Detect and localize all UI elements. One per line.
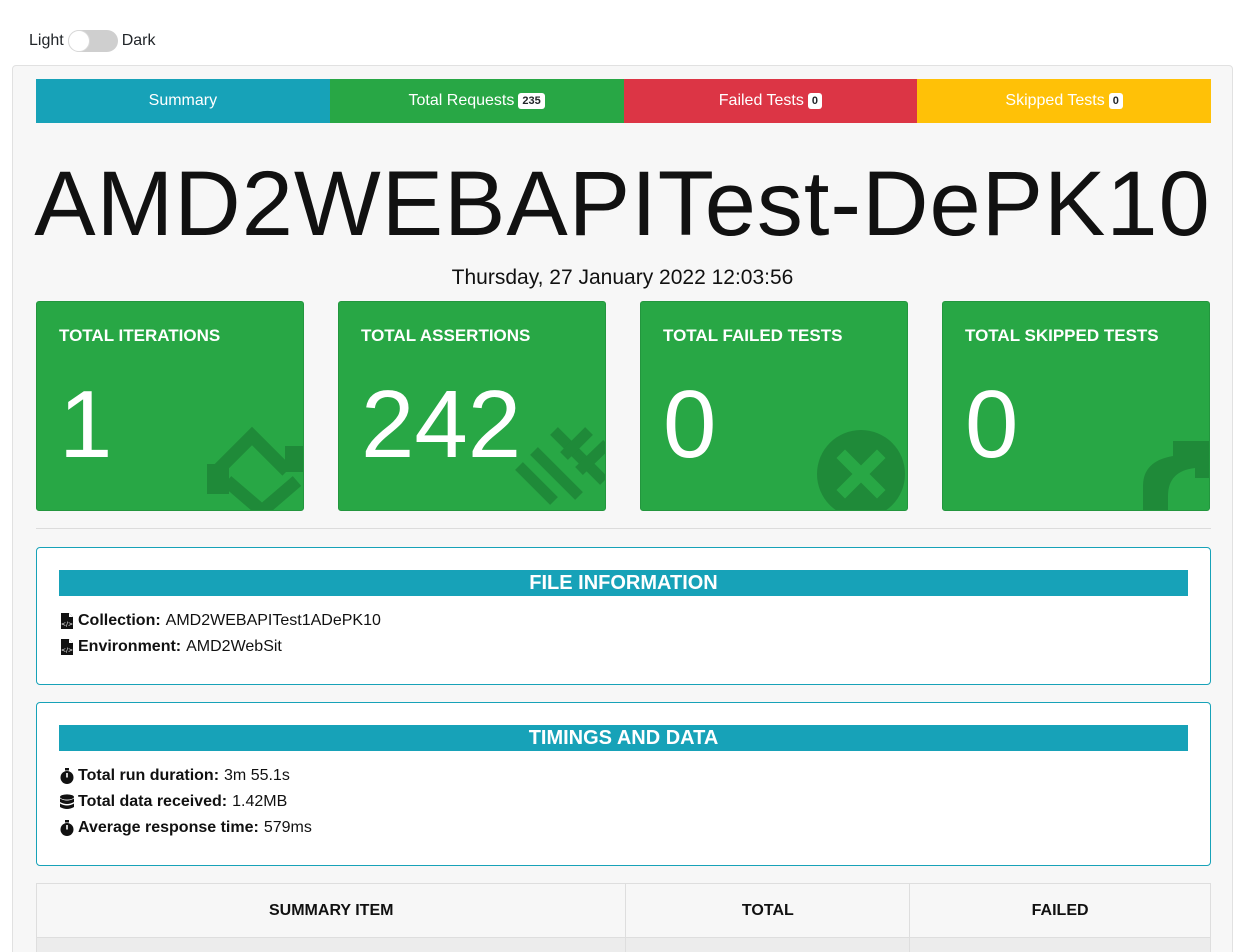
table-cell	[625, 937, 911, 952]
response-time-label: Average response time:	[78, 819, 259, 836]
file-code-icon: </>	[61, 639, 73, 655]
file-code-icon: </>	[61, 613, 73, 629]
stat-value: 1	[59, 371, 113, 478]
stat-total-failed-tests: TOTAL FAILED TESTS 0	[640, 301, 908, 511]
response-time-value: 579ms	[263, 819, 312, 836]
stat-label: TOTAL ASSERTIONS	[361, 326, 531, 345]
skipped-tests-badge: 0	[1108, 93, 1123, 109]
stat-total-assertions: TOTAL ASSERTIONS 242	[338, 301, 606, 511]
collection-label: Collection:	[78, 612, 161, 629]
stopwatch-icon	[60, 820, 74, 836]
svg-text:</>: </>	[61, 647, 73, 654]
duration-line: Total run duration: 3m 55.1s	[59, 767, 290, 785]
table-header-row: SUMMARY ITEM TOTAL FAILED	[35, 883, 1211, 938]
run-timestamp: Thursday, 27 January 2022 12:03:56	[451, 266, 794, 289]
light-label: Light	[29, 32, 64, 49]
collection-line: </> Collection: AMD2WEBAPITest1ADePK10	[59, 612, 381, 630]
col-summary-item[interactable]: SUMMARY ITEM	[35, 883, 627, 938]
sync-icon	[207, 426, 303, 510]
data-received-value: 1.42MB	[232, 793, 288, 810]
file-information-header: FILE INFORMATION	[59, 570, 1188, 596]
times-circle-icon	[817, 430, 905, 510]
dark-label: Dark	[121, 32, 156, 49]
failed-tests-badge: 0	[807, 93, 822, 109]
tab-summary-label: Summary	[148, 92, 218, 109]
environment-value: AMD2WebSit	[186, 638, 282, 655]
theme-toggle[interactable]	[67, 30, 118, 52]
file-information-panel: FILE INFORMATION </> Collection: AMD2WEB…	[36, 547, 1211, 685]
tab-skipped-tests-label: Skipped Tests	[1005, 92, 1105, 109]
tab-skipped-tests[interactable]: Skipped Tests 0	[917, 79, 1211, 123]
tab-failed-tests[interactable]: Failed Tests 0	[623, 79, 918, 123]
table-cell	[909, 937, 1211, 952]
share-icon	[1143, 441, 1209, 510]
total-requests-badge: 235	[518, 93, 545, 109]
svg-text:</>: </>	[61, 621, 73, 628]
timings-panel: TIMINGS AND DATA Total run duration: 3m …	[36, 702, 1211, 866]
stat-total-skipped-tests: TOTAL SKIPPED TESTS 0	[942, 301, 1210, 511]
stat-total-iterations: TOTAL ITERATIONS 1	[36, 301, 304, 511]
tab-bar: Summary Total Requests 235 Failed Tests …	[36, 79, 1211, 123]
stat-value: 0	[663, 371, 717, 478]
theme-switch: Light Dark	[29, 30, 155, 52]
duration-label: Total run duration:	[78, 767, 220, 784]
data-received-line: Total data received: 1.42MB	[59, 793, 287, 811]
tab-summary[interactable]: Summary	[36, 79, 330, 123]
list-icon	[515, 427, 605, 505]
timings-header: TIMINGS AND DATA	[59, 725, 1188, 751]
page-title: AMD2WEBAPITest-DePK10	[34, 153, 1211, 255]
col-total[interactable]: TOTAL	[625, 883, 911, 938]
summary-table: SUMMARY ITEM TOTAL FAILED	[35, 883, 1211, 952]
stat-value: 0	[965, 371, 1019, 478]
tab-total-requests-label: Total Requests	[408, 92, 515, 109]
section-divider	[36, 528, 1211, 529]
collection-value: AMD2WEBAPITest1ADePK10	[165, 612, 381, 629]
stopwatch-icon	[60, 768, 74, 784]
stat-label: TOTAL ITERATIONS	[59, 326, 221, 345]
stat-label: TOTAL SKIPPED TESTS	[965, 326, 1159, 345]
response-time-line: Average response time: 579ms	[59, 819, 312, 837]
table-cell	[35, 937, 627, 952]
report-card: Summary Total Requests 235 Failed Tests …	[12, 65, 1233, 952]
tab-total-requests[interactable]: Total Requests 235	[329, 79, 624, 123]
toggle-knob[interactable]	[67, 30, 90, 52]
duration-value: 3m 55.1s	[224, 767, 290, 784]
database-icon	[60, 794, 74, 809]
col-failed[interactable]: FAILED	[909, 883, 1211, 938]
environment-line: </> Environment: AMD2WebSit	[59, 638, 282, 656]
table-row	[35, 937, 1211, 952]
environment-label: Environment:	[78, 638, 182, 655]
tab-failed-tests-label: Failed Tests	[718, 92, 804, 109]
data-received-label: Total data received:	[78, 793, 228, 810]
stat-label: TOTAL FAILED TESTS	[663, 326, 843, 345]
stat-value: 242	[361, 371, 522, 478]
